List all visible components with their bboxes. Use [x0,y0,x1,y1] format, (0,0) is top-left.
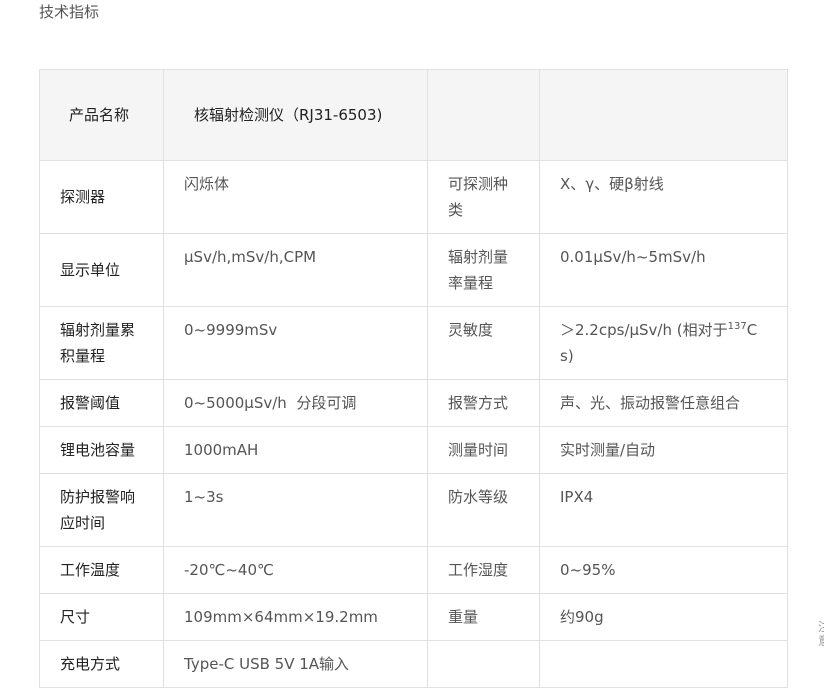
row-value: 0~95% [539,546,788,594]
row-label: 锂电池容量 [39,426,164,474]
row-label: 辐射剂量率量程 [427,233,540,307]
isotope-superscript: 137 [727,321,747,332]
header-empty-cell [539,69,788,161]
table-row: 充电方式 Type-C USB 5V 1A输入 [39,640,788,688]
page: 技术指标 产品名称 核辐射检测仪（RJ31-6503) 探测器 闪烁体 可探测种… [0,0,824,697]
row-label: 防护报警响应时间 [39,473,164,547]
table-row: 显示单位 μSv/h,mSv/h,CPM 辐射剂量率量程 0.01μSv/h~5… [39,233,788,307]
row-label: 报警方式 [427,379,540,427]
row-label: 防水等级 [427,473,540,547]
row-label: 可探测种类 [427,160,540,234]
row-label: 充电方式 [39,640,164,688]
table-row: 尺寸 109mm×64mm×19.2mm 重量 约90g [39,593,788,641]
row-value: 闪烁体 [163,160,428,234]
header-empty-cell [427,69,540,161]
product-name-value: 核辐射检测仪（RJ31-6503) [163,69,428,161]
table-row: 报警阈值 0~5000μSv/h 分段可调 报警方式 声、光、振动报警任意组合 [39,379,788,427]
row-value: 1~3s [163,473,428,547]
sensitivity-text: ＞2.2cps/μSv/h (相对于 [560,321,728,339]
row-label: 显示单位 [39,233,164,307]
row-label: 重量 [427,593,540,641]
row-label: 辐射剂量累积量程 [39,306,164,380]
row-value: -20℃~40℃ [163,546,428,594]
row-value: 0.01μSv/h~5mSv/h [539,233,788,307]
product-name-label: 产品名称 [39,69,164,161]
row-label [427,640,540,688]
row-label: 工作温度 [39,546,164,594]
row-label: 探测器 [39,160,164,234]
row-value: 0~5000μSv/h 分段可调 [163,379,428,427]
spec-table: 产品名称 核辐射检测仪（RJ31-6503) 探测器 闪烁体 可探测种类 X、γ… [39,69,788,688]
row-value: 1000mAH [163,426,428,474]
row-value: IPX4 [539,473,788,547]
row-value [539,640,788,688]
row-value: X、γ、硬β射线 [539,160,788,234]
row-label: 灵敏度 [427,306,540,380]
section-title: 技术指标 [39,3,100,21]
row-label: 测量时间 [427,426,540,474]
row-value: μSv/h,mSv/h,CPM [163,233,428,307]
table-row: 锂电池容量 1000mAH 测量时间 实时测量/自动 [39,426,788,474]
row-value: Type-C USB 5V 1A输入 [163,640,428,688]
row-label: 报警阈值 [39,379,164,427]
row-value: 约90g [539,593,788,641]
table-row: 探测器 闪烁体 可探测种类 X、γ、硬β射线 [39,160,788,234]
row-label: 尺寸 [39,593,164,641]
table-row: 防护报警响应时间 1~3s 防水等级 IPX4 [39,473,788,547]
row-value: 109mm×64mm×19.2mm [163,593,428,641]
row-label: 工作湿度 [427,546,540,594]
row-value: 实时测量/自动 [539,426,788,474]
row-value: ＞2.2cps/μSv/h (相对于137Cs) [539,306,788,380]
table-header-row: 产品名称 核辐射检测仪（RJ31-6503) [39,69,788,161]
table-row: 工作温度 -20℃~40℃ 工作湿度 0~95% [39,546,788,594]
row-value: 声、光、振动报警任意组合 [539,379,788,427]
clipped-side-text: 注意 [818,620,824,660]
table-row: 辐射剂量累积量程 0~9999mSv 灵敏度 ＞2.2cps/μSv/h (相对… [39,306,788,380]
row-value: 0~9999mSv [163,306,428,380]
